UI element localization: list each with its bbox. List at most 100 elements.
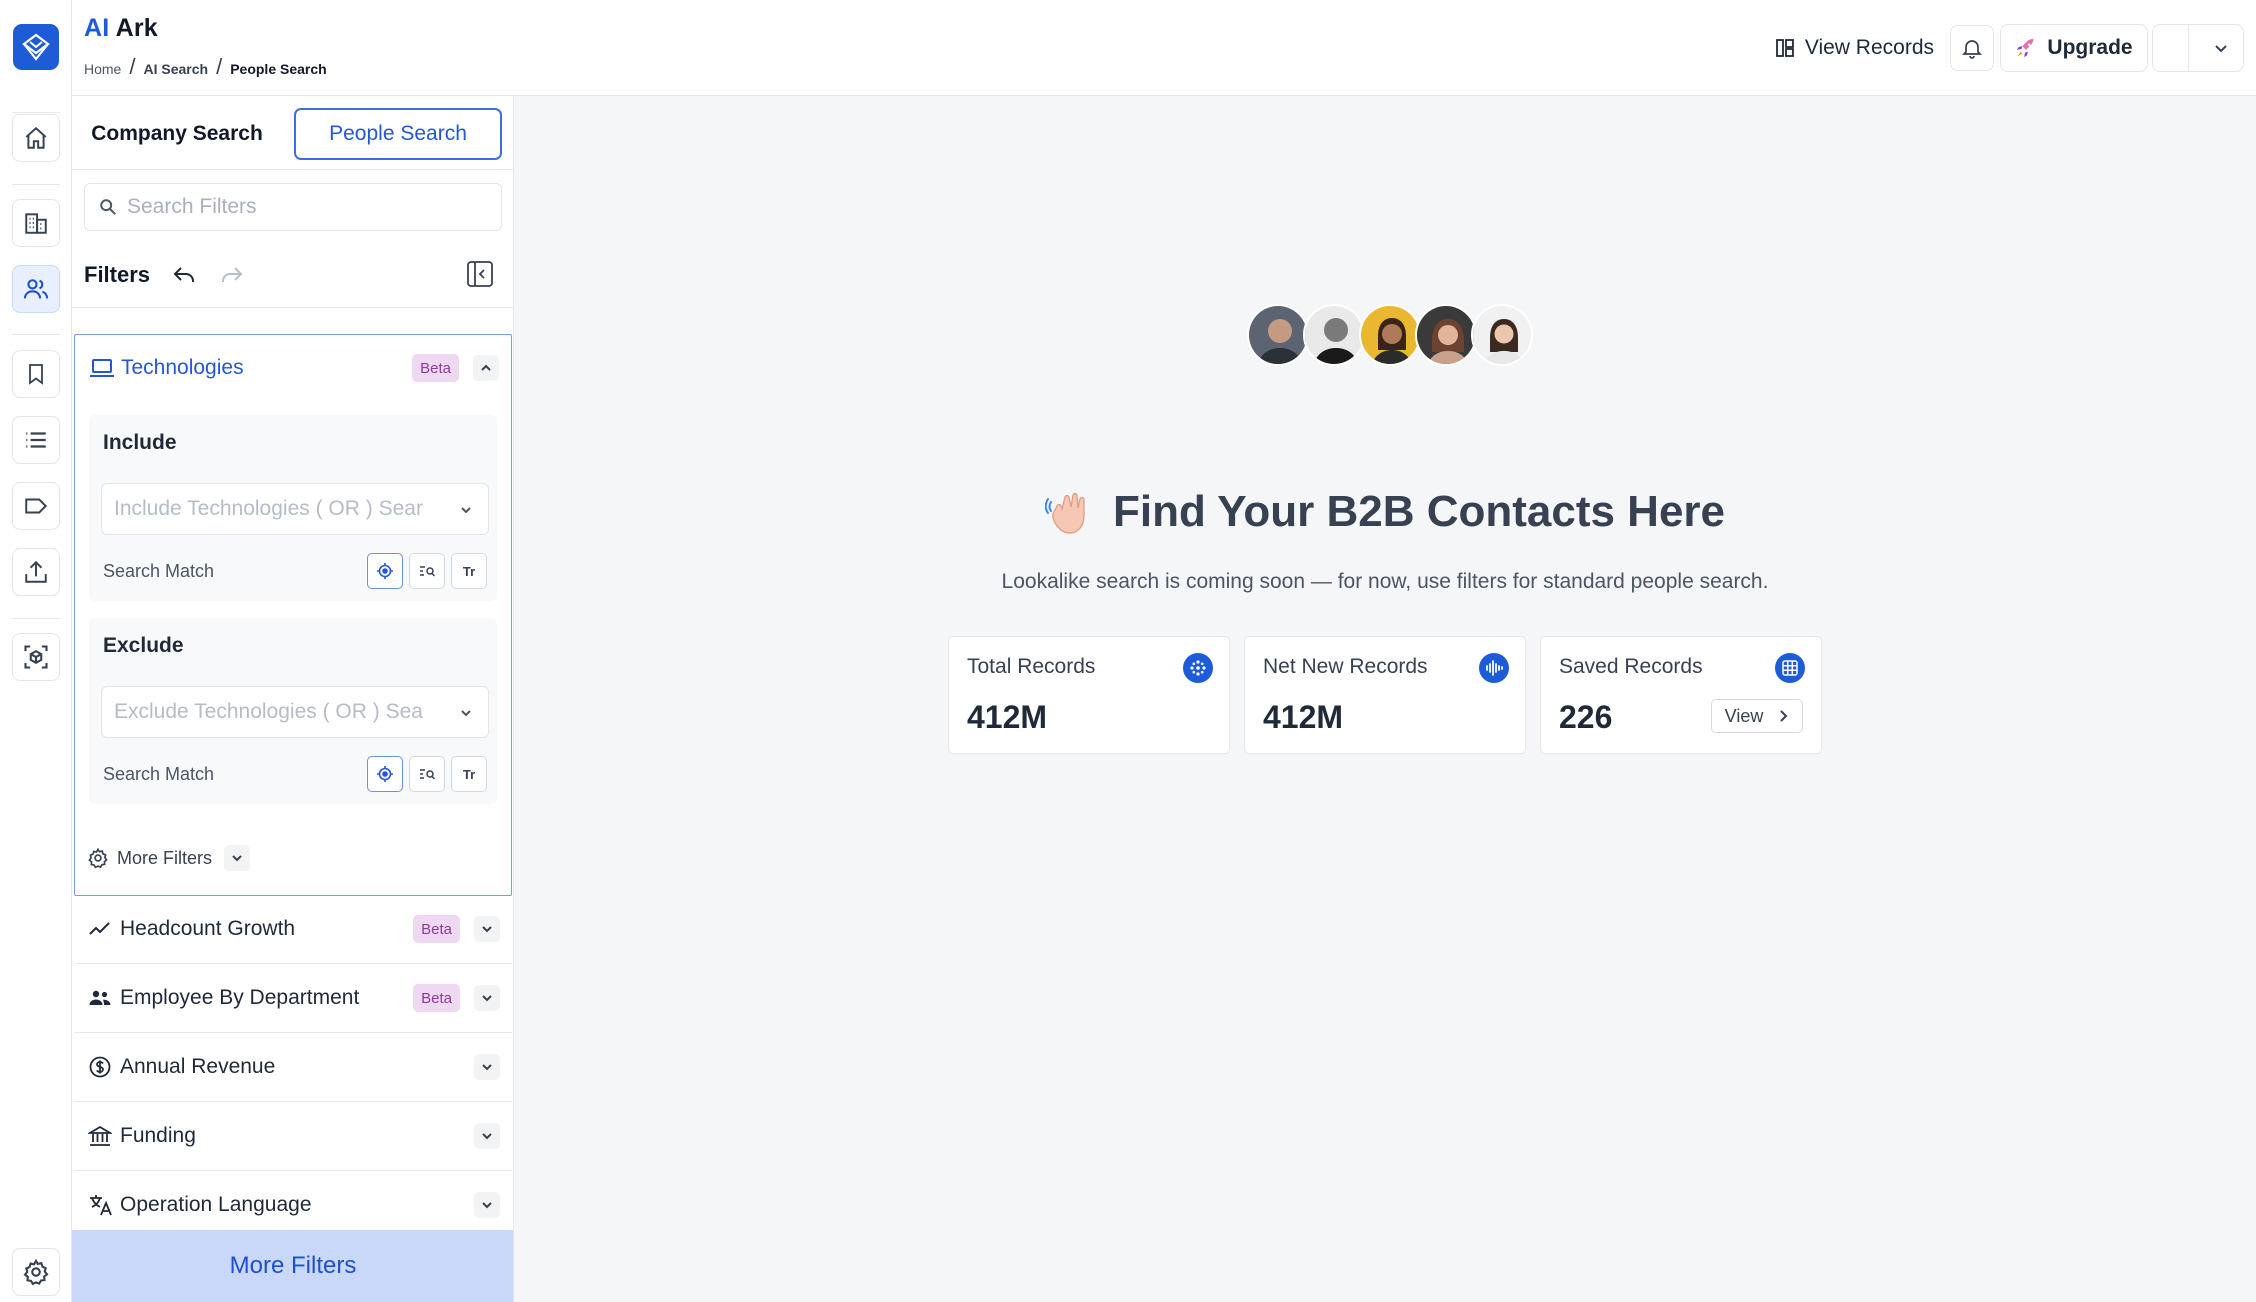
chevron-down-icon[interactable] — [474, 916, 500, 942]
breadcrumb-separator: / — [216, 54, 223, 79]
chevron-up-icon[interactable] — [473, 355, 499, 381]
undo-icon[interactable] — [172, 264, 196, 286]
card-label: Net New Records — [1263, 655, 1428, 678]
chevron-down-icon[interactable] — [474, 1054, 500, 1080]
technologies-header[interactable]: Technologies Beta — [75, 335, 511, 401]
annual-revenue-filter[interactable]: Annual Revenue — [74, 1034, 512, 1102]
app-logo-icon[interactable] — [13, 24, 59, 70]
fuzzy-match-button[interactable] — [409, 553, 445, 589]
breadcrumb-ai-search[interactable]: AI Search — [143, 61, 208, 77]
breadcrumb-home[interactable]: Home — [84, 61, 121, 77]
fuzzy-match-button[interactable] — [409, 756, 445, 792]
chevron-right-icon — [1780, 710, 1788, 722]
waving-hand-icon — [1044, 492, 1085, 534]
exclude-box: Exclude Exclude Technologies ( OR ) Sea … — [89, 618, 497, 804]
rocket-icon — [2017, 38, 2034, 58]
search-type-tabs: Company Search People Search — [72, 96, 513, 170]
search-match-label: Search Match — [103, 764, 215, 784]
avatar — [1303, 304, 1365, 366]
chevron-down-icon[interactable] — [474, 1192, 500, 1218]
target-icon — [377, 563, 393, 579]
waveform-icon — [1479, 653, 1509, 683]
avatar — [1247, 304, 1309, 366]
view-label: View — [1724, 705, 1764, 726]
headcount-growth-label: Headcount Growth — [120, 917, 296, 940]
chevron-down-icon — [2215, 45, 2227, 53]
chevron-down-icon[interactable] — [474, 985, 500, 1011]
net-new-records-card: Net New Records 412M — [1244, 636, 1526, 754]
gear-icon — [88, 847, 108, 869]
search-filters-input[interactable] — [127, 195, 487, 219]
tab-people-search[interactable]: People Search — [294, 108, 502, 160]
card-value: 412M — [1263, 699, 1344, 735]
home-icon[interactable] — [12, 114, 60, 162]
collapse-panel-icon[interactable] — [466, 260, 494, 288]
upgrade-label: Upgrade — [2047, 36, 2133, 59]
redo-icon[interactable] — [220, 264, 244, 286]
icon-rail — [0, 0, 72, 1302]
cube-icon[interactable] — [12, 633, 60, 681]
include-technologies-select[interactable]: Include Technologies ( OR ) Sear — [101, 483, 489, 535]
include-title: Include — [103, 431, 177, 454]
text-match-button[interactable]: Tr — [451, 553, 487, 589]
main-content: Find Your B2B Contacts Here Lookalike se… — [514, 96, 2256, 1302]
technologies-more-filters[interactable]: More Filters — [87, 845, 251, 871]
trend-icon — [89, 922, 110, 935]
text-search-icon — [420, 566, 436, 577]
dollar-icon — [89, 1056, 111, 1078]
beta-badge: Beta — [413, 915, 460, 943]
exact-match-button[interactable] — [367, 756, 403, 792]
saved-records-card: Saved Records 226 View — [1540, 636, 1822, 754]
page-title: Find Your B2B Contacts Here — [514, 486, 2256, 538]
employee-by-department-filter[interactable]: Employee By Department Beta — [74, 965, 512, 1033]
avatar — [2153, 25, 2189, 71]
more-filters-button[interactable]: More Filters — [72, 1230, 513, 1302]
user-menu[interactable] — [2152, 24, 2244, 72]
brand-logo[interactable]: AI Ark — [84, 14, 158, 43]
include-box: Include Include Technologies ( OR ) Sear… — [89, 415, 497, 601]
search-icon — [100, 199, 116, 215]
exclude-technologies-select[interactable]: Exclude Technologies ( OR ) Sea — [101, 686, 489, 738]
chevron-down-icon — [461, 710, 471, 717]
chevron-down-icon — [224, 845, 251, 871]
exact-match-button[interactable] — [367, 553, 403, 589]
total-records-card: Total Records 412M — [948, 636, 1230, 754]
filter-search-box — [84, 183, 502, 231]
gear-icon[interactable] — [12, 1248, 60, 1296]
notifications-button[interactable] — [1950, 25, 1994, 71]
tab-company-search[interactable]: Company Search — [84, 108, 270, 160]
filter-panel: Company Search People Search Filters Tec… — [72, 96, 514, 1302]
view-records-button[interactable]: View Records — [1775, 24, 1934, 72]
include-placeholder: Include Technologies ( OR ) Sear — [114, 497, 423, 520]
subtitle: Lookalike search is coming soon — for no… — [1001, 570, 1769, 593]
target-icon — [377, 766, 393, 782]
bookmark-icon[interactable] — [12, 350, 60, 398]
chevron-down-icon[interactable] — [474, 1123, 500, 1149]
people-icon[interactable] — [12, 265, 60, 313]
filters-title: Filters — [84, 262, 151, 287]
building-icon[interactable] — [12, 199, 60, 247]
text-match-button[interactable]: Tr — [451, 756, 487, 792]
funding-filter[interactable]: Funding — [74, 1103, 512, 1171]
laptop-icon — [90, 359, 114, 377]
avatar-group — [1247, 304, 1547, 368]
breadcrumb: Home / AI Search / People Search — [84, 54, 327, 80]
card-value: 226 — [1559, 699, 1613, 735]
bell-icon — [1961, 40, 1983, 59]
funding-label: Funding — [120, 1124, 196, 1147]
view-saved-records-button[interactable]: View — [1711, 699, 1803, 733]
technologies-filter: Technologies Beta Include Include Techno… — [74, 334, 512, 896]
headcount-growth-filter[interactable]: Headcount Growth Beta — [74, 896, 512, 964]
exclude-placeholder: Exclude Technologies ( OR ) Sea — [114, 700, 423, 723]
beta-badge: Beta — [413, 984, 460, 1012]
annual-revenue-label: Annual Revenue — [120, 1055, 276, 1078]
avatar — [1415, 304, 1477, 366]
view-records-label: View Records — [1804, 36, 1934, 59]
list-icon[interactable] — [12, 416, 60, 464]
upgrade-button[interactable]: Upgrade — [2000, 24, 2148, 72]
grid-icon — [1775, 653, 1805, 683]
avatar — [1471, 304, 1533, 366]
breadcrumb-separator: / — [129, 54, 136, 79]
upload-icon[interactable] — [12, 548, 60, 596]
tag-icon[interactable] — [12, 482, 60, 530]
